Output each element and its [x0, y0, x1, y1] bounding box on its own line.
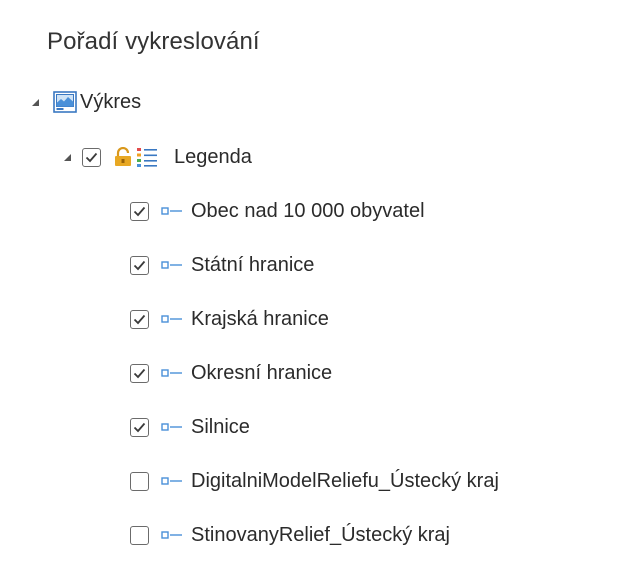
- layer-item[interactable]: Okresní hranice: [130, 353, 332, 393]
- expand-arrow-icon[interactable]: [28, 82, 42, 122]
- layer-symbol-icon: [161, 260, 183, 270]
- tree-item-group-legenda[interactable]: Legenda: [60, 137, 252, 177]
- layer-symbol-icon: [161, 314, 183, 324]
- tree-item-map[interactable]: Výkres: [28, 82, 141, 122]
- layer-item[interactable]: Silnice: [130, 407, 250, 447]
- layer-label: StinovanyRelief_Ústecký kraj: [191, 523, 450, 546]
- visibility-checkbox[interactable]: [130, 525, 149, 545]
- visibility-checkbox[interactable]: [130, 363, 149, 383]
- layer-label: Obec nad 10 000 obyvatel: [191, 199, 425, 222]
- lock-icon[interactable]: [114, 147, 132, 167]
- panel-title: Pořadí vykreslování: [47, 28, 260, 55]
- tree-item-label: Legenda: [174, 145, 252, 168]
- visibility-checkbox[interactable]: [130, 471, 149, 491]
- layer-item[interactable]: DigitalniModelReliefu_Ústecký kraj: [130, 461, 499, 501]
- layer-label: Okresní hranice: [191, 361, 333, 384]
- visibility-checkbox[interactable]: [130, 201, 149, 221]
- layer-symbol-icon: [161, 530, 183, 540]
- expand-arrow-icon[interactable]: [60, 137, 74, 177]
- tree-item-label: Výkres: [80, 90, 142, 113]
- layer-label: Státní hranice: [191, 253, 315, 276]
- layer-symbol-icon: [161, 476, 183, 486]
- layer-item[interactable]: StinovanyRelief_Ústecký kraj: [130, 515, 450, 555]
- map-icon: [53, 91, 77, 113]
- layer-symbol-icon: [161, 368, 183, 378]
- visibility-checkbox[interactable]: [130, 309, 149, 329]
- visibility-checkbox[interactable]: [82, 147, 101, 167]
- layer-item[interactable]: Krajská hranice: [130, 299, 329, 339]
- layer-item[interactable]: Obec nad 10 000 obyvatel: [130, 191, 425, 231]
- list-icon: [136, 146, 158, 168]
- layer-label: Silnice: [191, 415, 250, 438]
- layer-item[interactable]: Státní hranice: [130, 245, 314, 285]
- layer-label: Krajská hranice: [191, 307, 329, 330]
- visibility-checkbox[interactable]: [130, 255, 149, 275]
- layer-symbol-icon: [161, 206, 183, 216]
- layer-label: DigitalniModelReliefu_Ústecký kraj: [191, 469, 499, 492]
- visibility-checkbox[interactable]: [130, 417, 149, 437]
- layer-symbol-icon: [161, 422, 183, 432]
